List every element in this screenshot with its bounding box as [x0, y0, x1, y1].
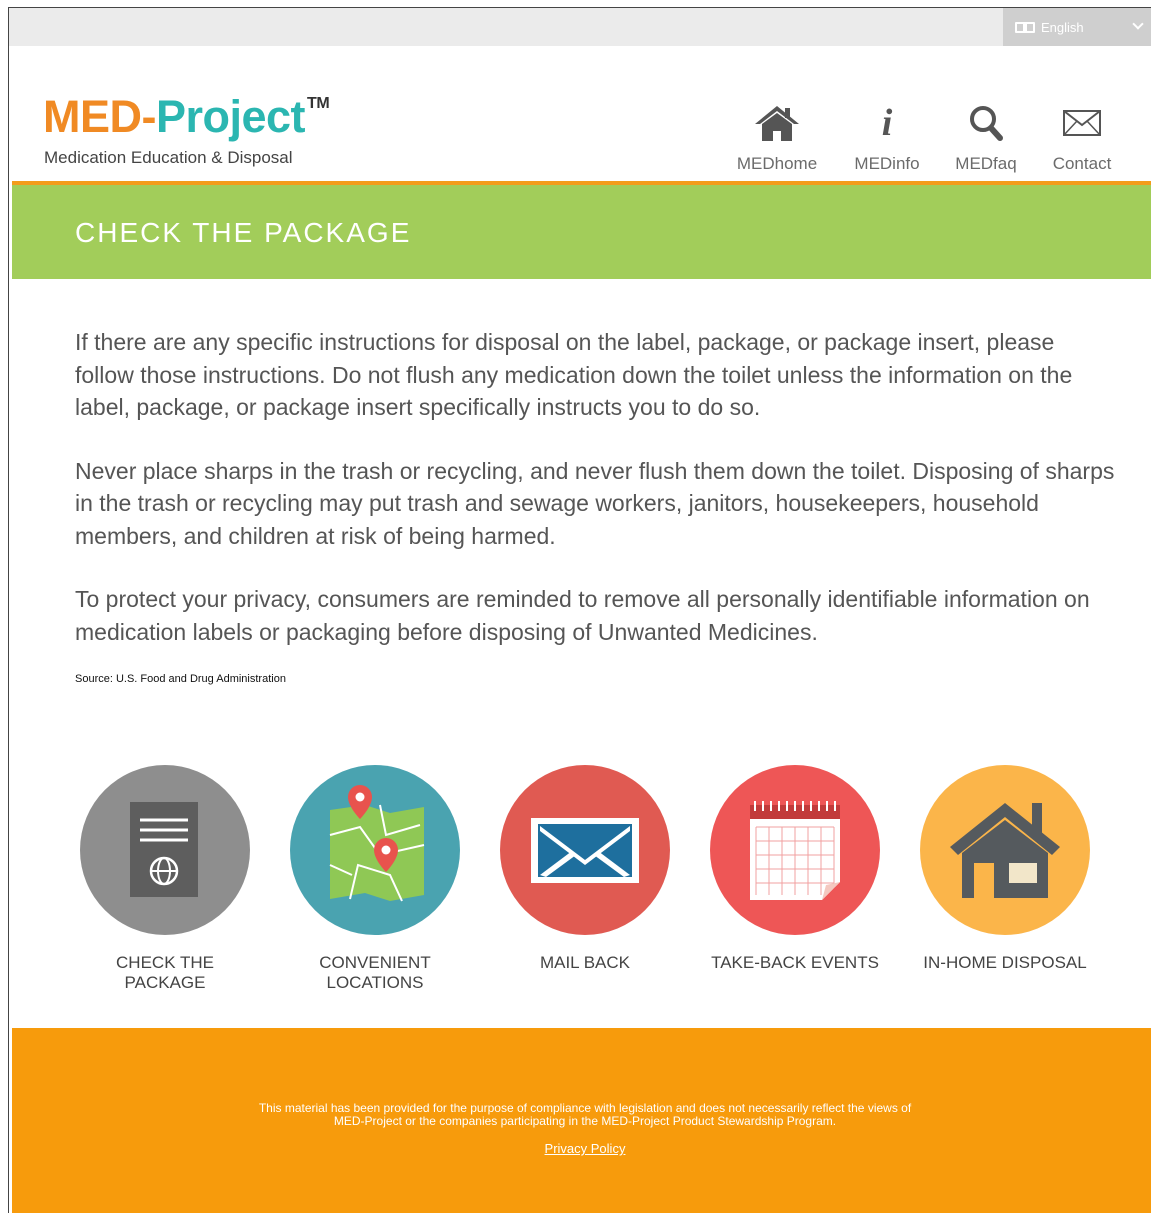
nav-medfaq[interactable]: MEDfaq	[951, 102, 1021, 173]
option-mail-back[interactable]: MAIL BACK	[480, 765, 690, 973]
nav-label: Contact	[1052, 154, 1112, 173]
nav-label: MEDfaq	[955, 154, 1017, 173]
package-insert-icon	[130, 802, 198, 897]
option-label: MAIL BACK	[480, 953, 690, 973]
nav-label: MEDinfo	[854, 154, 920, 173]
house-icon	[950, 803, 1060, 898]
option-label-line: PACKAGE	[124, 973, 206, 992]
map-icon	[329, 785, 425, 902]
envelope-icon	[1063, 110, 1101, 136]
search-icon	[970, 106, 1003, 141]
footer: This material has been provided for the …	[12, 1028, 1151, 1213]
option-circle	[710, 765, 880, 935]
nav-medhome[interactable]: MEDhome	[731, 102, 823, 173]
language-selected: English	[1041, 19, 1084, 35]
page-banner: CHECK THE PACKAGE	[12, 185, 1151, 279]
chevron-down-icon	[1132, 18, 1144, 30]
option-label: IN-HOME DISPOSAL	[900, 953, 1110, 973]
option-label: TAKE-BACK EVENTS	[690, 953, 900, 973]
content-paragraph: To protect your privacy, consumers are r…	[75, 586, 1090, 645]
site-logo[interactable]: MED-Project TM	[43, 91, 330, 142]
nav-contact[interactable]: Contact	[1045, 102, 1119, 173]
home-icon	[755, 106, 799, 141]
logo-tagline: Medication Education & Disposal	[44, 148, 293, 167]
top-bar: English	[9, 8, 1151, 46]
nav-label: MEDhome	[736, 154, 818, 173]
privacy-policy-link[interactable]: Privacy Policy	[545, 1141, 626, 1156]
content-paragraph: Never place sharps in the trash or recyc…	[75, 457, 1115, 549]
option-label-line: MAIL BACK	[539, 953, 631, 972]
option-convenient-locations[interactable]: CONVENIENT LOCATIONS	[270, 765, 480, 993]
option-circle	[920, 765, 1090, 935]
calendar-icon	[750, 801, 840, 900]
option-circle	[290, 765, 460, 935]
logo-part-project: Project	[155, 91, 306, 142]
translate-icon	[1015, 21, 1035, 33]
content-body: If there are any specific instructions f…	[75, 326, 1115, 679]
content-paragraph: If there are any specific instructions f…	[75, 329, 1073, 420]
nav-medinfo[interactable]: i MEDinfo	[847, 102, 927, 173]
source-note: Source: U.S. Food and Drug Administratio…	[75, 673, 286, 685]
option-label-line: LOCATIONS	[326, 973, 424, 992]
page-title: CHECK THE PACKAGE	[75, 217, 412, 248]
option-in-home-disposal[interactable]: IN-HOME DISPOSAL	[900, 765, 1110, 973]
trademark: TM	[307, 95, 330, 112]
footer-disclaimer-line: MED-Project or the companies participati…	[333, 1114, 837, 1128]
envelope-icon	[531, 818, 639, 883]
option-check-the-package[interactable]: CHECK THE PACKAGE	[60, 765, 270, 993]
option-circle	[80, 765, 250, 935]
page-frame: English MED-Project TM Medication Educati…	[8, 7, 1151, 1213]
option-label: CHECK THE PACKAGE	[60, 953, 270, 993]
footer-disclaimer: This material has been provided for the …	[12, 1102, 1151, 1128]
info-icon: i	[881, 102, 893, 144]
option-take-back-events[interactable]: TAKE-BACK EVENTS	[690, 765, 900, 973]
language-selector[interactable]: English	[1003, 8, 1151, 46]
option-label-line: TAKE-BACK EVENTS	[711, 953, 879, 972]
option-label-line: CHECK THE	[116, 953, 214, 972]
option-label: CONVENIENT LOCATIONS	[270, 953, 480, 993]
option-circle	[500, 765, 670, 935]
option-label-line: IN-HOME DISPOSAL	[923, 953, 1087, 972]
logo-part-med: MED-	[43, 91, 156, 142]
option-label-line: CONVENIENT	[319, 953, 431, 972]
